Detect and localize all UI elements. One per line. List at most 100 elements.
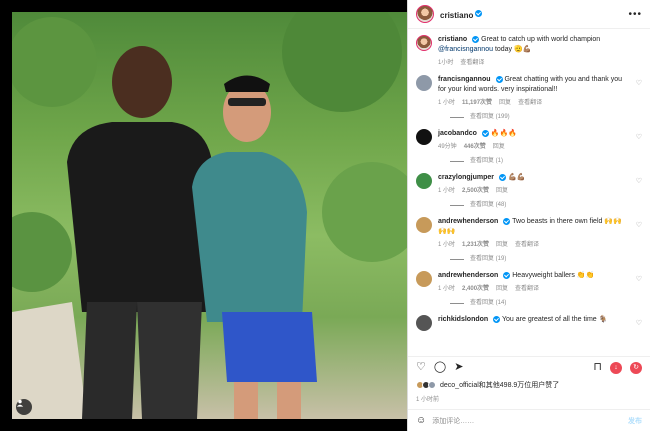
comment-time: 1 小时: [438, 286, 456, 292]
comment-avatar[interactable]: [416, 129, 432, 145]
comment-likes[interactable]: 1,231次赞: [462, 240, 489, 250]
comment-likes[interactable]: 2,500次赞: [462, 186, 489, 196]
share-icon[interactable]: ➤: [454, 362, 463, 373]
caption-translate[interactable]: 查看翻译: [460, 58, 484, 68]
verified-badge-icon: [499, 173, 507, 181]
comment-like-icon[interactable]: ♡: [636, 79, 642, 87]
caption-avatar[interactable]: [416, 35, 432, 51]
view-replies[interactable]: 查看回复 (1): [450, 156, 630, 166]
view-replies[interactable]: 查看回复 (14): [450, 298, 630, 308]
comment-likes[interactable]: 11,197次赞: [462, 98, 492, 108]
view-replies-label[interactable]: 查看回复 (48): [470, 200, 506, 210]
likes-summary: deco_official和其他498.9万位用户赞了: [408, 378, 650, 392]
comment-username[interactable]: andrewhenderson: [438, 272, 498, 279]
view-replies-label[interactable]: 查看回复 (199): [470, 112, 510, 122]
comment-avatar[interactable]: [416, 75, 432, 91]
comment-meta: 1 小时 1,231次赞 回复 查看翻译: [438, 240, 630, 250]
comment-like-icon[interactable]: ♡: [636, 177, 642, 185]
comment-list[interactable]: cristiano Great to catch up with world c…: [408, 29, 650, 356]
comment-text: 💪🏽💪🏽: [507, 174, 526, 181]
comment-like-icon[interactable]: ♡: [636, 319, 642, 327]
man-left-pants-l: [82, 302, 137, 419]
view-replies[interactable]: 查看回复 (199): [450, 112, 630, 122]
man-right-jacket: [192, 152, 307, 322]
action-bar: ♡ ◯ ➤ ⊓ ↓ ↻: [408, 356, 650, 378]
post-photo: [12, 12, 407, 419]
comment-meta: 1 小时 2,400次赞 回复 查看翻译: [438, 284, 630, 294]
save-icon[interactable]: ⊓: [593, 362, 602, 373]
liker-avatar: [428, 381, 436, 389]
view-replies[interactable]: 查看回复 (48): [450, 200, 630, 210]
comment-item: andrewhenderson Heavyweight ballers 👏👏 1…: [416, 271, 642, 308]
post-comment-button[interactable]: 发布: [628, 416, 642, 426]
verified-badge-icon: [495, 75, 503, 83]
comment-username[interactable]: andrewhenderson: [438, 218, 498, 225]
view-replies-label[interactable]: 查看回复 (1): [470, 156, 503, 166]
comment-input[interactable]: 添加评论……: [432, 416, 622, 426]
man-left-pants-r: [137, 302, 202, 419]
post-time: 1 小时前: [416, 397, 440, 403]
verified-badge-icon: [503, 217, 511, 225]
photo-illustration: [12, 12, 407, 419]
post-media[interactable]: [0, 0, 407, 431]
comment-meta: 49分钟 446次赞 回复: [438, 142, 630, 152]
comment-like-icon[interactable]: ♡: [636, 133, 642, 141]
comment-translate[interactable]: 查看翻译: [515, 284, 539, 294]
view-replies-label[interactable]: 查看回复 (19): [470, 254, 506, 264]
comment-username[interactable]: jacobandco: [438, 130, 477, 137]
replies-line: [450, 258, 464, 260]
foliage-1: [12, 17, 97, 107]
comment-reply-button[interactable]: 回复: [496, 240, 508, 250]
comment-item: crazylongjumper 💪🏽💪🏽 1 小时 2,500次赞 回复 查看回…: [416, 173, 642, 210]
verified-badge-icon: [475, 10, 483, 18]
emoji-icon[interactable]: ☺: [416, 415, 426, 426]
comment-meta: 1 小时 2,500次赞 回复: [438, 186, 630, 196]
comment-likes[interactable]: 446次赞: [464, 142, 486, 152]
replies-line: [450, 302, 464, 304]
verified-badge-icon: [503, 271, 511, 279]
comment-likes[interactable]: 2,400次赞: [462, 284, 489, 294]
comment-reply-button[interactable]: 回复: [499, 98, 511, 108]
comment-reply-button[interactable]: 回复: [496, 284, 508, 294]
liker-avatars[interactable]: [416, 381, 436, 389]
foliage-2: [282, 12, 402, 112]
add-comment-bar: ☺ 添加评论…… 发布: [408, 409, 650, 431]
author-username-wrap[interactable]: cristiano: [440, 5, 483, 23]
comment-translate[interactable]: 查看翻译: [518, 98, 542, 108]
comment-translate[interactable]: 查看翻译: [515, 240, 539, 250]
comment-text: You are greatest of all the time 🐐: [502, 316, 608, 323]
view-replies-label[interactable]: 查看回复 (14): [470, 298, 506, 308]
comment-avatar[interactable]: [416, 271, 432, 287]
man-right-leg-l: [234, 382, 258, 419]
caption-mention[interactable]: @francisngannou: [438, 46, 493, 53]
view-replies[interactable]: 查看回复 (19): [450, 254, 630, 264]
user-tag-icon[interactable]: [16, 399, 32, 415]
comment-like-icon[interactable]: ♡: [636, 275, 642, 283]
comment-reply-button[interactable]: 回复: [496, 186, 508, 196]
comment-avatar[interactable]: [416, 315, 432, 331]
comment-item: jacobandco 🔥🔥🔥 49分钟 446次赞 回复 查看回复 (1) ♡: [416, 129, 642, 166]
man-left-shirt: [67, 122, 217, 312]
comment-icon[interactable]: ◯: [434, 362, 446, 373]
author-username[interactable]: cristiano: [440, 11, 473, 20]
comment-avatar[interactable]: [416, 173, 432, 189]
comment-time: 1 小时: [438, 242, 456, 248]
more-options-icon[interactable]: •••: [628, 9, 642, 20]
man-right-shorts: [222, 312, 317, 382]
likes-text[interactable]: deco_official和其他498.9万位用户赞了: [440, 380, 559, 390]
comment-reply-button[interactable]: 回复: [493, 142, 505, 152]
comment-like-icon[interactable]: ♡: [636, 221, 642, 229]
man-right-cap: [224, 75, 270, 92]
comment-avatar[interactable]: [416, 217, 432, 233]
author-avatar[interactable]: [416, 5, 434, 23]
comment-text: 🔥🔥🔥: [490, 130, 518, 137]
like-icon[interactable]: ♡: [416, 362, 426, 373]
comment-username[interactable]: francisngannou: [438, 76, 491, 83]
refresh-icon[interactable]: ↻: [630, 361, 642, 374]
post-header: cristiano •••: [408, 0, 650, 29]
caption-username[interactable]: cristiano: [438, 36, 467, 43]
comment-username[interactable]: crazylongjumper: [438, 174, 494, 181]
comment-username[interactable]: richkidslondon: [438, 316, 488, 323]
replies-line: [450, 160, 464, 162]
download-icon[interactable]: ↓: [610, 361, 622, 374]
